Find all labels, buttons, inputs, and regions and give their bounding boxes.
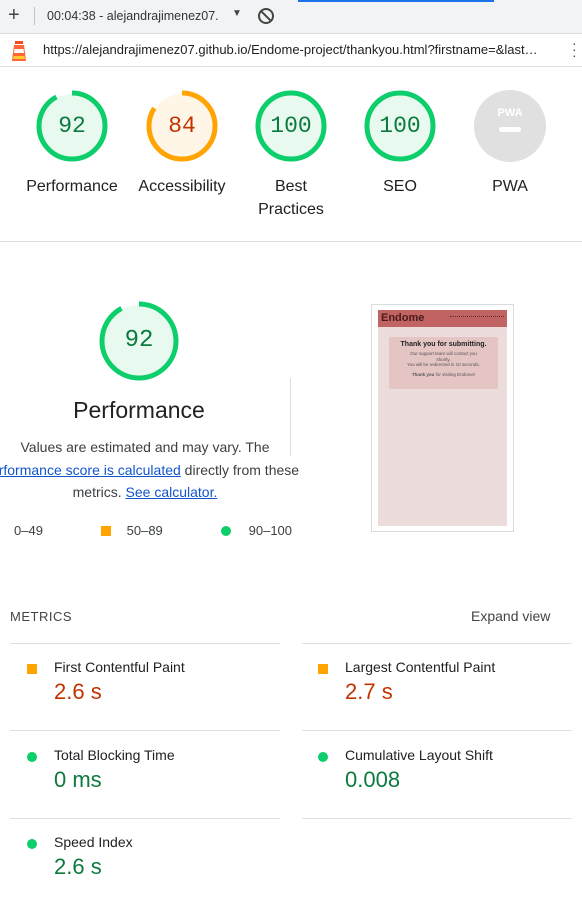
report-url[interactable]: https://alejandrajimenez07.github.io/End… (43, 42, 558, 57)
desc-text: directly from these (180, 461, 300, 478)
screenshot-line: shortly. (436, 356, 451, 362)
plus-icon[interactable]: + (8, 4, 20, 26)
legend-fail-range: 0–49 (14, 523, 43, 538)
legend-average: 50–89 (101, 523, 163, 538)
metric-tbt: Total Blocking Time 0 ms (27, 747, 287, 807)
legend-pass: 90–100 (221, 523, 292, 538)
metric-divider (10, 818, 280, 819)
gauge-accessibility[interactable]: 84 Accessibility (127, 89, 237, 198)
lighthouse-icon (12, 41, 26, 61)
legend-fail: 0–49 (14, 523, 43, 538)
gauge-seo[interactable]: 100 SEO (345, 89, 455, 198)
metric-value: 0 ms (54, 767, 102, 792)
performance-description: Values are estimated and may vary. The e… (0, 436, 300, 504)
gauge-score: 84 (168, 113, 196, 139)
caret-down-icon[interactable]: ▼ (232, 8, 242, 19)
pwa-badge-text: PWA (497, 107, 522, 119)
performance-gauge-large: 92 (98, 300, 180, 382)
metric-divider (302, 643, 572, 644)
metric-value: 2.6 s (54, 854, 102, 879)
metric-value: 2.6 s (54, 679, 102, 704)
screenshot-text: Thank you for visiting Endome! (389, 372, 498, 378)
gauge-pwa[interactable]: PWA PWA (455, 89, 565, 198)
gauge-score: 100 (379, 113, 421, 139)
desc-text: metrics. (72, 484, 126, 500)
circle-icon (318, 752, 328, 762)
metric-divider (302, 818, 572, 819)
gauge-label: Accessibility (138, 178, 226, 195)
gauge-best-practices[interactable]: 100 Best Practices (236, 89, 346, 221)
gauge-label-line: Best (274, 178, 307, 195)
final-screenshot[interactable]: Endome Thank you for submitting. Our sup… (371, 304, 514, 532)
screenshot-page: Endome Thank you for submitting. Our sup… (378, 310, 507, 526)
legend-average-range: 50–89 (126, 523, 163, 538)
pwa-badge-icon: PWA (474, 90, 546, 162)
gauge-label: Best Practices (236, 175, 346, 221)
metric-divider (10, 643, 280, 644)
gauge-score: 92 (58, 113, 86, 139)
see-calculator-link[interactable]: See calculator. (126, 484, 218, 500)
screenshot-bold: Thank you (411, 371, 435, 377)
metric-divider (10, 730, 280, 731)
metric-divider (302, 730, 572, 731)
circle-icon (27, 752, 37, 762)
gauge-label: PWA (492, 178, 528, 195)
screenshot-navbar: Endome (378, 310, 507, 327)
legend-pass-range: 90–100 (248, 523, 293, 538)
screenshot-line: You will be redirected in 10 seconds. (407, 362, 480, 367)
metric-name: Total Blocking Time (54, 747, 175, 763)
metric-lcp: Largest Contentful Paint 2.7 s (318, 659, 578, 719)
metric-speed-index: Speed Index 2.6 s (27, 834, 287, 894)
metric-name: First Contentful Paint (54, 659, 185, 675)
devtools-toolbar: + 00:04:38 - alejandrajimenez07. ▼ (0, 0, 582, 34)
metric-value: 2.7 s (345, 679, 393, 704)
metric-name: Speed Index (54, 834, 133, 850)
expand-view-button[interactable]: Expand view (471, 608, 550, 624)
metric-value: 0.008 (345, 767, 401, 792)
performance-score: 92 (124, 327, 154, 354)
report-url-bar: https://alejandrajimenez07.github.io/End… (0, 34, 582, 67)
gauge-label-line: Practices (258, 201, 324, 218)
more-vert-icon[interactable]: · · · (572, 36, 577, 62)
toolbar-divider (34, 7, 35, 25)
square-icon (27, 664, 37, 674)
screenshot-nav-links (450, 316, 504, 320)
screenshot-card: Thank you for submitting. Our support te… (389, 337, 498, 389)
screenshot-line: Our support team will contact you (410, 351, 477, 356)
screenshot-heading: Thank you for submitting. (400, 341, 487, 348)
performance-title: Performance (73, 397, 205, 423)
screenshot-line: for visiting Endome! (434, 371, 476, 377)
gauge-label: Performance (26, 178, 118, 195)
circle-icon (221, 526, 231, 536)
gauge-performance[interactable]: 92 Performance (17, 89, 127, 198)
report-selector[interactable]: 00:04:38 - alejandrajimenez07. (47, 9, 219, 23)
metric-name: Cumulative Layout Shift (345, 747, 493, 763)
gauge-score: 100 (270, 113, 312, 139)
block-icon[interactable] (258, 8, 274, 24)
gauge-label: SEO (383, 178, 417, 195)
metric-name: Largest Contentful Paint (345, 659, 496, 675)
screenshot-text: Our support team will contact you shortl… (389, 351, 498, 368)
vertical-divider (290, 378, 291, 456)
metrics-heading: METRICS (10, 609, 72, 624)
square-icon (101, 526, 111, 536)
circle-icon (27, 839, 37, 849)
square-icon (318, 664, 328, 674)
metric-cls: Cumulative Layout Shift 0.008 (318, 747, 578, 807)
screenshot-brand: Endome (381, 312, 425, 324)
score-calculated-link[interactable]: erformance score is calculated (0, 462, 181, 478)
metric-fcp: First Contentful Paint 2.6 s (27, 659, 287, 719)
desc-text: Values are estimated and may vary. The (20, 439, 270, 455)
section-divider (0, 241, 582, 242)
active-tab-indicator (298, 0, 494, 2)
